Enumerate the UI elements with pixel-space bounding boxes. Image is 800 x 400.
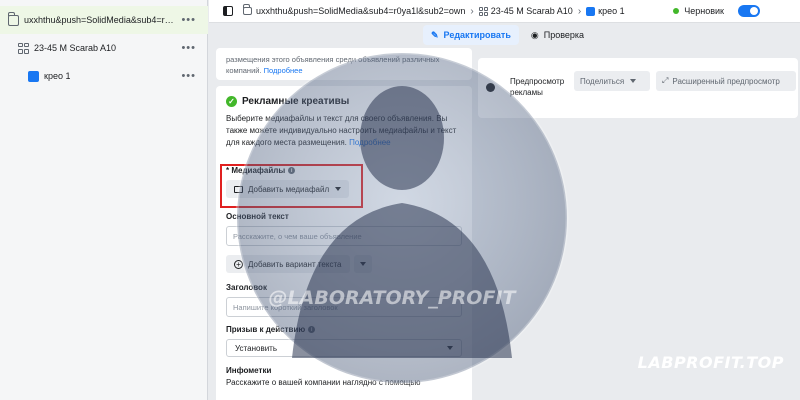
- variant-dropdown-button[interactable]: [353, 255, 372, 273]
- media-highlight-box: [220, 164, 363, 208]
- caret-down-icon: [630, 79, 637, 83]
- top-bar: uxxhthu&push=SolidMedia&sub4=r0ya1l&sub2…: [209, 0, 800, 23]
- tree-item-ad[interactable]: крео 1 •••: [0, 62, 208, 90]
- edit-preview-tabs: ✎ Редактировать ◉ Проверка: [423, 25, 592, 45]
- add-text-variant-button[interactable]: + Добавить вариант текста: [226, 255, 350, 273]
- cta-label-text: Призыв к действию: [226, 325, 306, 334]
- placement-card: размещения этого объявления среди объявл…: [216, 48, 472, 80]
- status-dot-icon: [673, 8, 680, 14]
- sidebar-toggle-icon[interactable]: [223, 6, 233, 16]
- more-options-icon[interactable]: •••: [181, 70, 196, 82]
- edit-column: размещения этого объявления среди объявл…: [216, 48, 472, 400]
- tree-item-adset[interactable]: 23-45 M Scarab A10 •••: [0, 34, 208, 62]
- ad-icon: [28, 70, 39, 82]
- infometrics-text: Расскажите о вашей компании наглядно с п…: [226, 378, 421, 387]
- more-options-icon[interactable]: •••: [181, 42, 196, 54]
- ad-preview-panel: Предпросмотр рекламы Поделиться ⤢ Расшир…: [478, 58, 798, 118]
- check-circle-icon: ✓: [226, 96, 237, 107]
- publish-toggle[interactable]: [738, 5, 760, 17]
- cta-value: Установить: [235, 343, 277, 353]
- headline-label-text: Заголовок: [226, 283, 267, 292]
- cta-label: Призыв к действию i: [226, 325, 462, 334]
- preview-label: Предпросмотр рекламы: [510, 77, 565, 97]
- primary-text-label-text: Основной текст: [226, 212, 289, 221]
- plus-circle-icon: +: [234, 259, 243, 269]
- tree-item-campaign[interactable]: uxxhthu&push=SolidMedia&sub4=r0ya... •••: [0, 6, 208, 34]
- brand-watermark: LABPROFIT.TOP: [637, 353, 784, 372]
- adset-grid-icon: [18, 42, 29, 54]
- tab-preview-label: Проверка: [543, 30, 585, 40]
- creative-title: Рекламные креативы: [242, 96, 350, 107]
- add-variant-row: + Добавить вариант текста: [226, 255, 462, 273]
- headline-input[interactable]: Напишите короткий заголовок: [226, 297, 462, 317]
- ad-creative-card: ✓ Рекламные креативы Выберите медиафайлы…: [216, 86, 472, 400]
- folder-icon: [243, 4, 252, 15]
- share-button[interactable]: Поделиться: [574, 71, 650, 91]
- adset-name: 23-45 M Scarab A10: [34, 43, 117, 53]
- caret-down-icon: [447, 346, 453, 350]
- chevron-right-icon: ›: [577, 5, 582, 17]
- ad-name: крео 1: [44, 71, 71, 81]
- placement-description: размещения этого объявления среди объявл…: [226, 55, 440, 75]
- creative-description: Выберите медиафайлы и текст для своего о…: [226, 113, 462, 149]
- advanced-preview-label: Расширенный предпросмотр: [672, 76, 780, 86]
- caret-down-icon: [359, 262, 366, 266]
- eye-icon: ◉: [530, 29, 539, 40]
- breadcrumb-ad[interactable]: крео 1: [598, 6, 624, 16]
- infometrics-label: Инфометки: [226, 366, 462, 375]
- adset-grid-icon: [478, 6, 488, 16]
- creative-description-text: Выберите медиафайлы и текст для своего о…: [226, 114, 457, 147]
- headline-label: Заголовок: [226, 283, 462, 292]
- expand-icon: ⤢: [662, 76, 669, 85]
- learn-more-link[interactable]: Подробнее: [264, 66, 303, 75]
- share-label: Поделиться: [580, 76, 625, 86]
- tab-edit-label: Редактировать: [443, 30, 511, 40]
- placement-text: размещения этого объявления среди объявл…: [226, 48, 462, 76]
- more-options-icon[interactable]: •••: [181, 14, 196, 26]
- folder-icon: [8, 11, 19, 26]
- cta-select[interactable]: Установить: [226, 339, 462, 357]
- pencil-icon: ✎: [431, 29, 439, 40]
- campaign-name: uxxhthu&push=SolidMedia&sub4=r0ya...: [24, 15, 174, 25]
- chevron-right-icon: ›: [470, 5, 474, 17]
- info-icon[interactable]: i: [308, 326, 316, 333]
- breadcrumb-campaign[interactable]: uxxhthu&push=SolidMedia&sub4=r0ya1l&sub2…: [256, 6, 465, 16]
- campaign-tree: uxxhthu&push=SolidMedia&sub4=r0ya... •••…: [0, 0, 208, 400]
- tab-preview[interactable]: ◉ Проверка: [523, 25, 592, 45]
- learn-more-link[interactable]: Подробнее: [349, 138, 391, 147]
- preview-toggle-icon[interactable]: [486, 83, 495, 92]
- advanced-preview-button[interactable]: ⤢ Расширенный предпросмотр: [656, 71, 796, 91]
- breadcrumb-adset[interactable]: 23-45 M Scarab A10: [491, 6, 573, 16]
- breadcrumb: uxxhthu&push=SolidMedia&sub4=r0ya1l&sub2…: [243, 4, 625, 17]
- status-label: Черновик: [684, 6, 724, 16]
- infometrics-label-text: Инфометки: [226, 366, 272, 375]
- ad-icon: [586, 6, 596, 16]
- section-title: ✓ Рекламные креативы: [226, 96, 462, 107]
- primary-text-input[interactable]: Расскажите, о чем ваше объявление: [226, 226, 462, 246]
- primary-text-label: Основной текст: [226, 212, 462, 221]
- add-variant-label: Добавить вариант текста: [248, 259, 342, 269]
- tab-edit[interactable]: ✎ Редактировать: [423, 25, 519, 45]
